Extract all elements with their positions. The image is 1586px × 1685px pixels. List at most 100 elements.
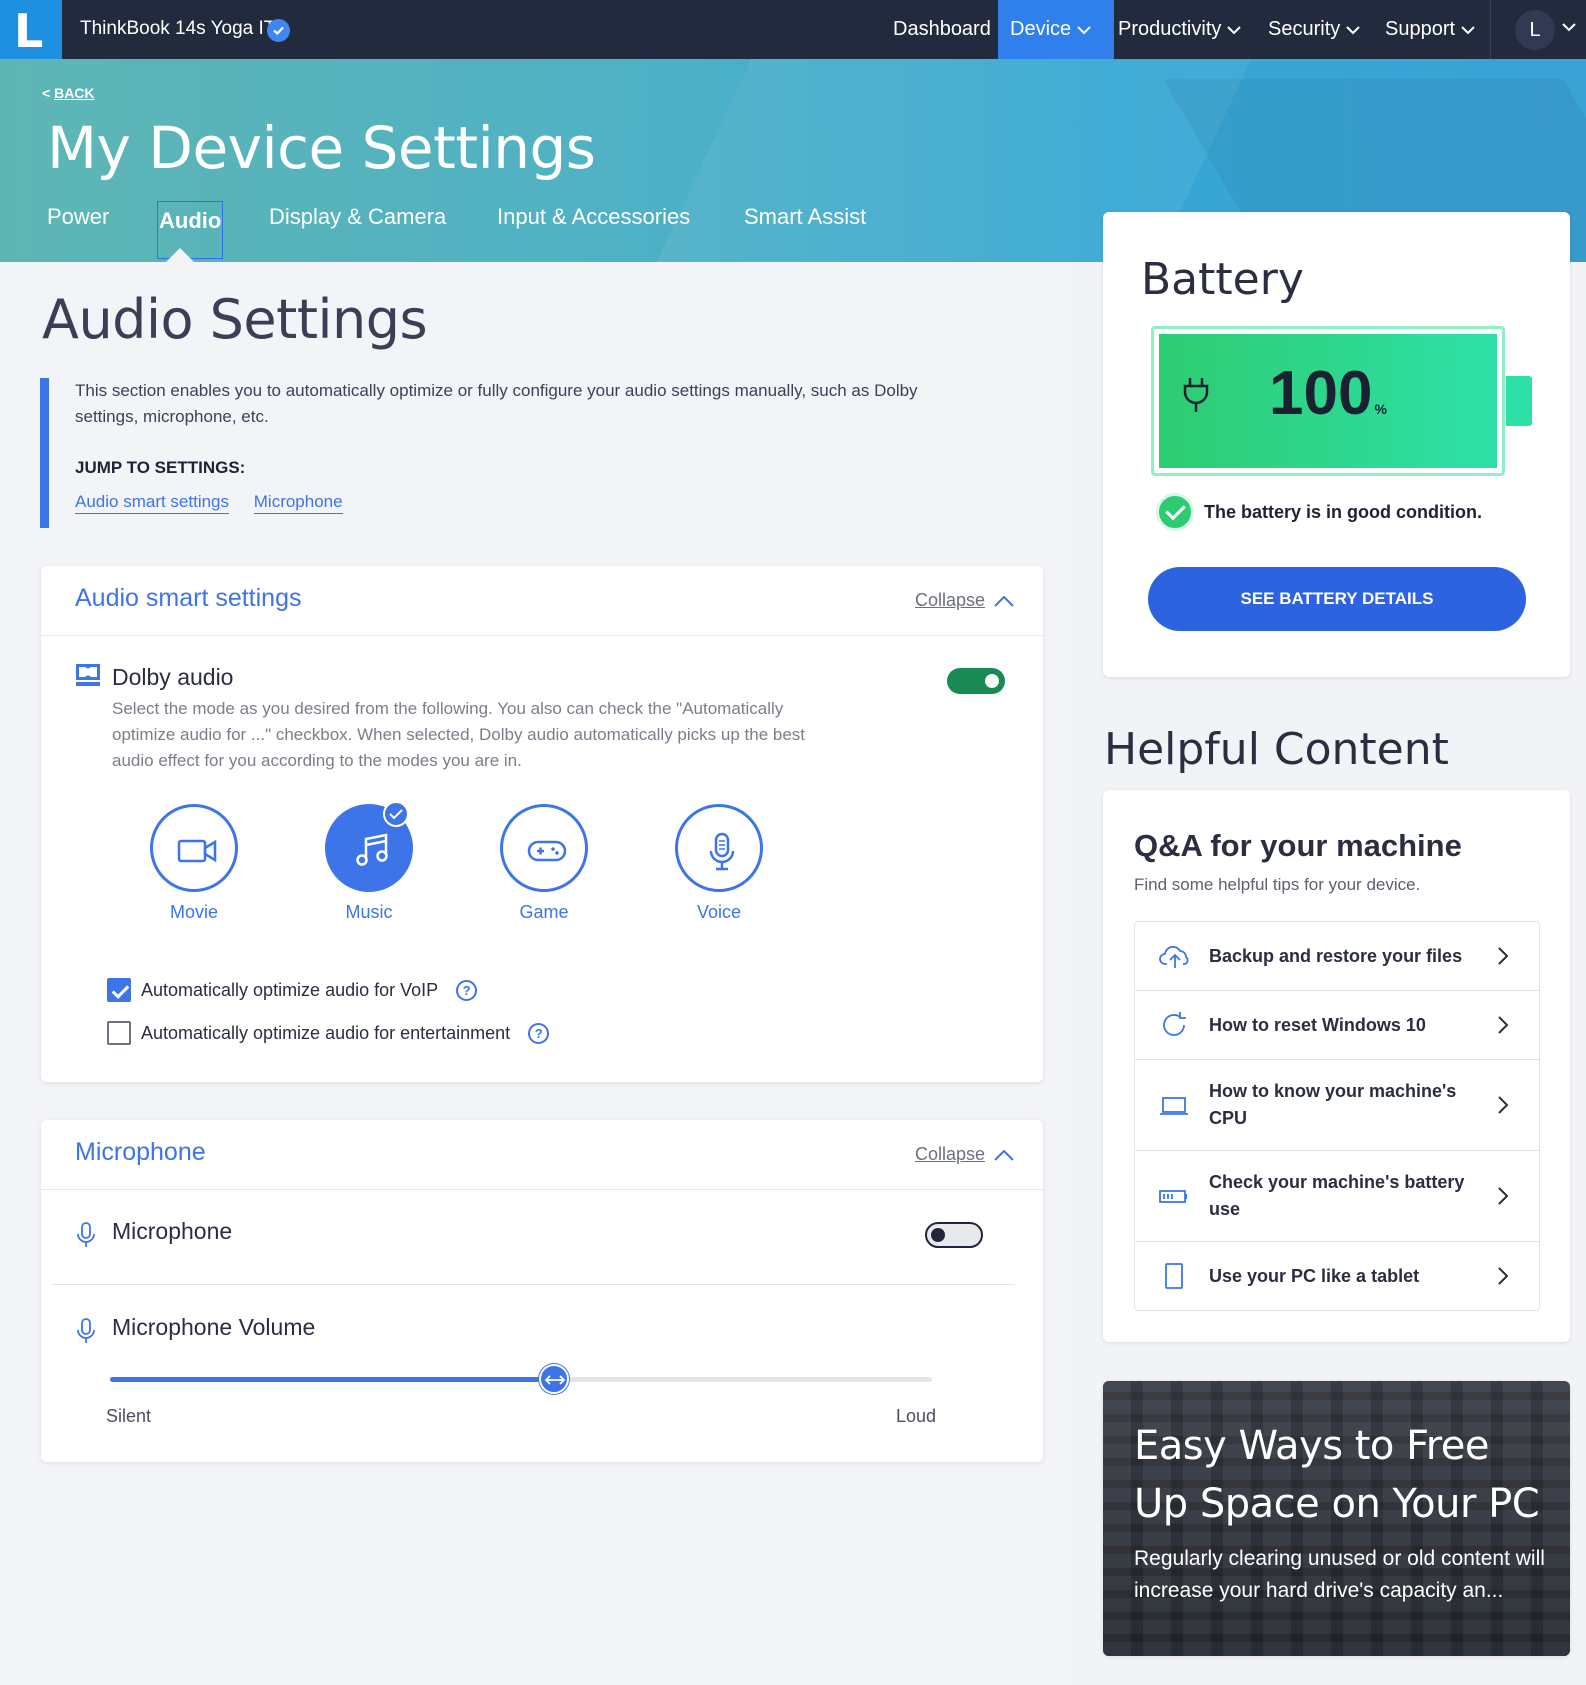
microphone-icon bbox=[77, 1222, 95, 1247]
chevron-down-icon bbox=[1227, 25, 1242, 34]
tab-input-accessories[interactable]: Input & Accessories bbox=[497, 204, 690, 230]
nav-support[interactable]: Support bbox=[1385, 0, 1475, 59]
audio-smart-settings-card: Audio smart settings Collapse Dolby audi… bbox=[41, 566, 1043, 1082]
qa-list: Backup and restore your files How to res… bbox=[1134, 921, 1540, 1311]
promo-text: Regularly clearing unused or old content… bbox=[1134, 1547, 1545, 1602]
slider-handle[interactable] bbox=[538, 1364, 569, 1394]
mode-label: Movie bbox=[169, 902, 218, 922]
chevron-right-icon bbox=[1498, 947, 1509, 965]
qa-item-reset-windows[interactable]: How to reset Windows 10 bbox=[1135, 991, 1539, 1060]
microphone-row-title: Microphone bbox=[112, 1218, 233, 1244]
app-logo[interactable]: L bbox=[0, 0, 62, 59]
mode-game[interactable]: Game bbox=[499, 804, 589, 923]
plug-icon bbox=[1183, 378, 1209, 412]
intro-text: This section enables you to automaticall… bbox=[75, 381, 918, 426]
qa-card: Q&A for your machine Find some helpful t… bbox=[1103, 790, 1570, 1342]
nav-dashboard[interactable]: Dashboard bbox=[893, 0, 991, 59]
battery-icon bbox=[1159, 1190, 1187, 1203]
video-camera-icon bbox=[177, 839, 217, 863]
microphone-card: Microphone Collapse Microphone Microphon… bbox=[41, 1120, 1043, 1462]
dolby-description: Select the mode as you desired from the … bbox=[112, 699, 806, 770]
device-name: ThinkBook 14s Yoga ITL bbox=[80, 18, 286, 39]
divider bbox=[51, 1284, 1015, 1285]
dolby-title: Dolby audio bbox=[112, 664, 234, 690]
mode-voice-button[interactable] bbox=[675, 804, 763, 892]
voip-label: Automatically optimize audio for VoIP bbox=[141, 979, 439, 1000]
chevron-down-icon bbox=[1461, 25, 1475, 34]
dolby-icon bbox=[76, 664, 100, 686]
help-icon[interactable]: ? bbox=[528, 1022, 550, 1044]
card-title: Audio smart settings bbox=[75, 584, 302, 612]
battery-status: The battery is in good condition. bbox=[1156, 493, 1482, 531]
entertainment-option: Automatically optimize audio for enterta… bbox=[107, 1021, 550, 1045]
qa-subtitle: Find some helpful tips for your device. bbox=[1134, 875, 1421, 894]
collapse-button[interactable]: Collapse bbox=[915, 1144, 1015, 1165]
mode-game-button[interactable] bbox=[500, 804, 588, 892]
slider-fill bbox=[110, 1377, 554, 1382]
battery-card: Battery 100% The battery is in good cond… bbox=[1103, 212, 1570, 677]
battery-percent: 100% bbox=[1269, 359, 1387, 428]
nav-security[interactable]: Security bbox=[1268, 0, 1360, 59]
microphone-toggle[interactable] bbox=[925, 1222, 983, 1248]
slider-min-label: Silent bbox=[106, 1406, 152, 1426]
chevron-up-icon bbox=[994, 1149, 1014, 1161]
mode-movie[interactable]: Movie bbox=[149, 804, 239, 923]
chevron-down-icon bbox=[1077, 25, 1091, 34]
qa-item-tablet[interactable]: Use your PC like a tablet bbox=[1135, 1242, 1539, 1310]
card-header: Microphone Collapse bbox=[41, 1120, 1043, 1190]
microphone-volume-slider[interactable] bbox=[110, 1364, 932, 1394]
slider-max-label: Loud bbox=[896, 1406, 937, 1426]
intro-block: This section enables you to automaticall… bbox=[40, 378, 1000, 528]
check-circle-icon bbox=[1156, 493, 1194, 531]
qa-item-cpu[interactable]: How to know your machine's CPU bbox=[1135, 1060, 1539, 1151]
mode-label: Voice bbox=[696, 902, 742, 922]
jump-links: Audio smart settings Microphone bbox=[75, 492, 1000, 514]
mode-voice[interactable]: Voice bbox=[674, 804, 764, 923]
promo-title: Easy Ways to Free Up Space on Your PC bbox=[1134, 1423, 1540, 1527]
nav-device[interactable]: Device bbox=[998, 0, 1114, 59]
qa-item-backup[interactable]: Backup and restore your files bbox=[1135, 922, 1539, 991]
music-note-icon bbox=[356, 833, 388, 866]
chevron-up-icon bbox=[994, 595, 1014, 607]
qa-title: Q&A for your machine bbox=[1134, 828, 1462, 863]
chevron-right-icon bbox=[1498, 1267, 1509, 1285]
logo-letter: L bbox=[14, 4, 44, 58]
battery-terminal bbox=[1506, 376, 1532, 426]
user-avatar[interactable]: L bbox=[1515, 10, 1555, 50]
voip-checkbox[interactable] bbox=[107, 978, 131, 1002]
section-title: Audio Settings bbox=[42, 288, 428, 351]
selected-check-icon bbox=[383, 801, 409, 827]
mode-label: Game bbox=[519, 902, 569, 922]
microphone-icon bbox=[77, 1318, 95, 1343]
nav-productivity[interactable]: Productivity bbox=[1118, 0, 1242, 59]
battery-title: Battery bbox=[1141, 254, 1304, 305]
verified-icon bbox=[267, 19, 290, 42]
gamepad-icon bbox=[527, 840, 567, 862]
entertainment-checkbox[interactable] bbox=[107, 1021, 131, 1045]
tab-smart-assist[interactable]: Smart Assist bbox=[744, 204, 866, 230]
nav-separator bbox=[1490, 0, 1491, 59]
refresh-icon bbox=[1163, 1012, 1186, 1036]
see-battery-details-button[interactable]: SEE BATTERY DETAILS bbox=[1148, 567, 1526, 631]
back-link[interactable]: < BACK bbox=[42, 85, 95, 101]
jump-link-microphone[interactable]: Microphone bbox=[253, 492, 343, 514]
voip-option: Automatically optimize audio for VoIP ? bbox=[107, 978, 478, 1002]
laptop-icon bbox=[1160, 1097, 1188, 1115]
mode-movie-button[interactable] bbox=[150, 804, 238, 892]
help-icon[interactable]: ? bbox=[456, 979, 478, 1001]
jump-link-audio-smart[interactable]: Audio smart settings bbox=[75, 492, 230, 514]
tab-display-camera[interactable]: Display & Camera bbox=[269, 204, 446, 230]
chevron-right-icon bbox=[1498, 1187, 1509, 1205]
arrows-horizontal-icon bbox=[544, 1375, 566, 1385]
dolby-toggle[interactable] bbox=[947, 668, 1005, 694]
chevron-down-icon[interactable] bbox=[1562, 22, 1576, 32]
battery-gauge: 100% bbox=[1151, 326, 1505, 476]
chevron-down-icon bbox=[1346, 25, 1360, 34]
qa-item-battery-use[interactable]: Check your machine's battery use bbox=[1135, 1151, 1539, 1242]
promo-article-card[interactable]: Easy Ways to Free Up Space on Your PC Re… bbox=[1103, 1381, 1570, 1656]
top-bar: L ThinkBook 14s Yoga ITL Dashboard Devic… bbox=[0, 0, 1586, 59]
microphone-icon bbox=[709, 832, 735, 871]
tab-power[interactable]: Power bbox=[47, 204, 109, 230]
collapse-button[interactable]: Collapse bbox=[915, 590, 1015, 611]
entertainment-label: Automatically optimize audio for enterta… bbox=[141, 1022, 511, 1043]
